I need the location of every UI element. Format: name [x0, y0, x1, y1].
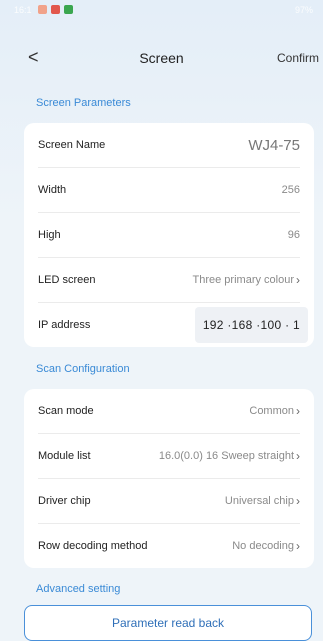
led-screen-value-wrap: Three primary colour › — [193, 273, 300, 287]
high-row[interactable]: High 96 — [38, 213, 300, 258]
status-bar: 16:1 97% — [0, 0, 323, 22]
chevron-right-icon: › — [296, 449, 300, 463]
scan-mode-value: Common — [249, 405, 294, 417]
row-label: IP address — [38, 319, 91, 331]
screen-name-value: WJ4-75 — [248, 136, 300, 154]
page-title: Screen — [139, 50, 184, 66]
chevron-right-icon: › — [296, 404, 300, 418]
battery-status: 97% — [294, 5, 313, 15]
app-notification-icon — [64, 5, 73, 14]
width-value: 256 — [281, 184, 300, 196]
module-list-row[interactable]: Module list 16.0(0.0) 16 Sweep straight … — [38, 434, 300, 479]
chevron-right-icon: › — [296, 273, 300, 287]
status-time: 16:1 — [14, 5, 32, 15]
row-label: Screen Name — [38, 139, 106, 151]
screen-name-row[interactable]: Screen Name WJ4-75 — [38, 123, 300, 168]
confirm-button[interactable]: Confirm — [277, 51, 319, 65]
row-decoding-row[interactable]: Row decoding method No decoding › — [38, 524, 300, 568]
scan-mode-row[interactable]: Scan mode Common › — [38, 389, 300, 434]
parameter-read-back-button[interactable]: Parameter read back — [24, 605, 312, 641]
section-title-screen-parameters: Screen Parameters — [36, 97, 131, 109]
row-label: Row decoding method — [38, 540, 148, 552]
row-label: Driver chip — [38, 495, 91, 507]
row-label: LED screen — [38, 274, 96, 286]
driver-chip-row[interactable]: Driver chip Universal chip › — [38, 479, 300, 524]
chevron-right-icon: › — [296, 539, 300, 553]
module-list-value-wrap: 16.0(0.0) 16 Sweep straight › — [159, 449, 300, 463]
driver-chip-value: Universal chip — [224, 495, 294, 507]
led-screen-value: Three primary colour — [192, 274, 294, 286]
scan-configuration-card: Scan mode Common › Module list 16.0(0.0)… — [24, 389, 314, 568]
chevron-right-icon: › — [296, 494, 300, 508]
scan-mode-value-wrap: Common › — [249, 404, 300, 418]
high-value: 96 — [287, 229, 300, 241]
row-label: Width — [38, 184, 67, 196]
ip-address-input[interactable]: 192 ·168 ·100 · 1 — [194, 307, 308, 343]
row-decoding-value: No decoding — [232, 540, 294, 552]
row-label: Scan mode — [38, 405, 94, 417]
section-title-advanced-setting[interactable]: Advanced setting — [36, 583, 120, 595]
row-label: High — [38, 229, 61, 241]
width-row[interactable]: Width 256 — [38, 168, 300, 213]
app-notification-icon — [51, 5, 60, 14]
screen-parameters-card: Screen Name WJ4-75 Width 256 High 96 LED… — [24, 123, 314, 347]
driver-chip-value-wrap: Universal chip › — [225, 494, 300, 508]
section-title-scan-configuration: Scan Configuration — [36, 363, 130, 375]
app-notification-icon — [38, 5, 47, 14]
led-screen-row[interactable]: LED screen Three primary colour › — [38, 258, 300, 303]
status-notification-icons — [38, 5, 73, 14]
row-label: Module list — [38, 450, 91, 462]
nav-bar: < Screen Confirm — [0, 44, 323, 74]
row-decoding-value-wrap: No decoding › — [232, 539, 300, 553]
ip-address-row[interactable]: IP address 192 ·168 ·100 · 1 — [38, 303, 308, 347]
module-list-value: 16.0(0.0) 16 Sweep straight — [158, 450, 294, 462]
